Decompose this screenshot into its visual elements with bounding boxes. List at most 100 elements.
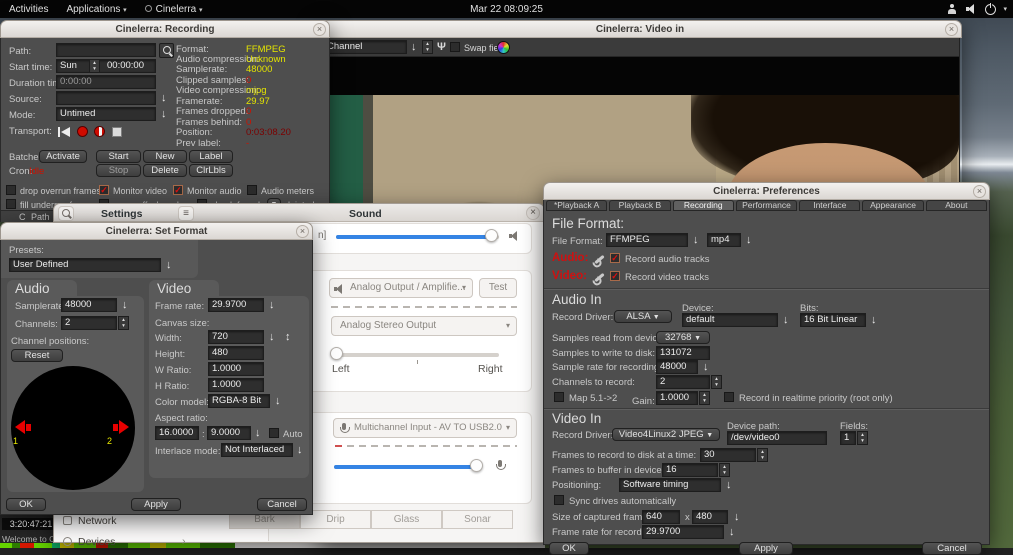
activities-button[interactable]: Activities — [0, 4, 57, 15]
cancel-button[interactable]: Cancel — [257, 498, 307, 511]
color-model-input[interactable]: RGBA-8 Bit — [208, 394, 270, 408]
ok-button[interactable]: OK — [549, 542, 589, 555]
close-icon[interactable]: × — [313, 23, 326, 36]
new-button[interactable]: New — [143, 150, 187, 163]
bits-dropdown-icon[interactable]: ↓ — [871, 313, 877, 327]
input-device-dropdown[interactable]: Multichannel Input - AV TO USB2.0▾ — [333, 418, 517, 438]
channels-input[interactable]: 2 — [61, 316, 117, 330]
capture-width-input[interactable]: 640 — [642, 510, 680, 524]
system-volume-knob[interactable] — [485, 229, 498, 242]
positioning-input[interactable]: Software timing — [619, 478, 721, 492]
sidebar-item-devices[interactable]: Devices — [78, 536, 115, 548]
test-speakers-button[interactable]: Test — [479, 278, 517, 298]
output-profile-dropdown[interactable]: Analog Stereo Output▾ — [331, 316, 517, 336]
device-path-input[interactable]: /dev/video0 — [727, 431, 827, 445]
frames-disk-spinner[interactable]: ▴▾ — [757, 448, 768, 462]
container-input[interactable]: mp4 — [707, 233, 741, 247]
audio-device-input[interactable]: default — [682, 313, 778, 327]
realtime-checkbox[interactable] — [724, 392, 734, 402]
close-icon[interactable]: × — [945, 23, 958, 36]
width-dropdown-icon[interactable]: ↓ — [269, 330, 275, 344]
record-audio-checkbox[interactable]: ✓ — [610, 253, 620, 263]
channel-dropdown-icon[interactable]: ↓ — [411, 40, 417, 54]
tab-playback-a[interactable]: *Playback A — [546, 200, 607, 211]
samplerate-input[interactable]: 48000 — [61, 298, 117, 312]
apply-button[interactable]: Apply — [739, 542, 793, 555]
frames-buffer-spinner[interactable]: ▴▾ — [719, 463, 730, 477]
map51-checkbox[interactable] — [554, 392, 564, 402]
capture-height-input[interactable]: 480 — [692, 510, 728, 524]
h-ratio-input[interactable]: 1.0000 — [208, 378, 264, 392]
audio-meters-checkbox[interactable] — [247, 185, 257, 195]
start-time-value[interactable]: 00:00:00 — [107, 60, 144, 72]
aspect-auto-checkbox[interactable] — [269, 428, 279, 438]
video-in-titlebar[interactable]: Cinelerra: Video in × — [318, 20, 962, 38]
hamburger-menu-icon[interactable]: ≡ — [178, 206, 194, 221]
gain-input[interactable]: 1.0000 — [656, 391, 698, 405]
delete-button[interactable]: Delete — [143, 164, 187, 177]
interlace-input[interactable]: Not Interlaced — [221, 443, 293, 457]
search-icon[interactable] — [58, 206, 74, 221]
single-frame-record-icon[interactable] — [94, 126, 105, 137]
start-day-spinner[interactable]: ▴▾ — [89, 59, 100, 73]
sample-rate-dropdown-icon[interactable]: ↓ — [703, 360, 709, 374]
frames-disk-input[interactable]: 30 — [700, 448, 756, 462]
sidebar-item-network[interactable]: Network — [78, 515, 117, 527]
frame-rate-dropdown-icon[interactable]: ↓ — [269, 298, 275, 312]
audio-wrench-icon[interactable] — [594, 255, 604, 264]
stop-button[interactable]: Stop — [96, 164, 141, 177]
power-icon[interactable] — [984, 3, 996, 15]
channel-input[interactable]: Channel — [323, 40, 407, 54]
color-model-dropdown-icon[interactable]: ↓ — [275, 394, 281, 408]
mode-input[interactable]: Untimed — [56, 107, 156, 121]
record-video-checkbox[interactable]: ✓ — [610, 271, 620, 281]
alert-sound-sonar[interactable]: Sonar — [442, 510, 513, 529]
alert-sound-glass[interactable]: Glass — [371, 510, 442, 529]
balance-slider[interactable] — [336, 353, 499, 357]
start-time-input[interactable]: Sun ▴▾ 00:00:00 — [56, 59, 156, 73]
channel-spinner[interactable]: ▴▾ — [422, 40, 433, 54]
width-input[interactable]: 720 — [208, 330, 264, 344]
start-day-value[interactable]: Sun — [60, 60, 77, 71]
preferences-titlebar[interactable]: Cinelerra: Preferences × — [543, 182, 990, 200]
applications-menu[interactable]: Applications ▾ — [57, 4, 135, 15]
tab-about[interactable]: About — [926, 200, 987, 211]
sample-rate-input[interactable]: 48000 — [656, 360, 698, 374]
swap-fields-checkbox[interactable] — [450, 42, 460, 52]
fields-spinner[interactable]: ▴▾ — [857, 431, 868, 445]
input-volume-slider[interactable] — [334, 465, 479, 469]
aspect-w-input[interactable]: 16.0000 — [155, 426, 199, 440]
activate-button[interactable]: Activate — [39, 150, 87, 163]
close-icon[interactable]: × — [973, 185, 986, 198]
ok-button[interactable]: OK — [6, 498, 46, 511]
channels-to-record-input[interactable]: 2 — [656, 375, 710, 389]
clrlbls-button[interactable]: ClrLbls — [189, 164, 233, 177]
samples-read-dropdown[interactable]: 32768 ▼ — [656, 331, 710, 344]
aspect-dropdown-icon[interactable]: ↓ — [255, 426, 261, 440]
app-menu-cinelerra[interactable]: Cinelerra ▾ — [136, 4, 212, 15]
duration-input[interactable]: 0:00:00 — [56, 75, 156, 89]
record-icon[interactable] — [77, 126, 88, 137]
close-icon[interactable]: × — [296, 225, 309, 238]
w-ratio-input[interactable]: 1.0000 — [208, 362, 264, 376]
channels-spinner[interactable]: ▴▾ — [118, 316, 129, 330]
file-format-input[interactable]: FFMPEG — [606, 233, 688, 247]
sync-drives-checkbox[interactable] — [554, 495, 564, 505]
volume-icon[interactable] — [965, 3, 977, 15]
apply-button[interactable]: Apply — [131, 498, 181, 511]
capture-size-dropdown-icon[interactable]: ↓ — [734, 510, 740, 524]
width-updown-icon[interactable]: ↕ — [285, 330, 291, 344]
audio-record-driver-dropdown[interactable]: ALSA ▼ — [614, 310, 672, 323]
audio-device-dropdown-icon[interactable]: ↓ — [783, 313, 789, 327]
samples-write-input[interactable]: 131072 — [656, 346, 710, 360]
source-dropdown-icon[interactable]: ↓ — [161, 91, 167, 105]
timeline-strip[interactable] — [0, 543, 235, 548]
video-record-driver-dropdown[interactable]: Video4Linux2 JPEG ▼ — [612, 428, 720, 441]
tab-playback-b[interactable]: Playback B — [609, 200, 670, 211]
reset-button[interactable]: Reset — [11, 349, 63, 362]
gain-spinner[interactable]: ▴▾ — [699, 391, 710, 405]
bits-input[interactable]: 16 Bit Linear — [800, 313, 866, 327]
channel-1-speaker-icon[interactable] — [15, 420, 31, 435]
frame-rate-input[interactable]: 29.9700 — [208, 298, 264, 312]
system-menu-chevron-icon[interactable]: ▾ — [1003, 5, 1007, 13]
